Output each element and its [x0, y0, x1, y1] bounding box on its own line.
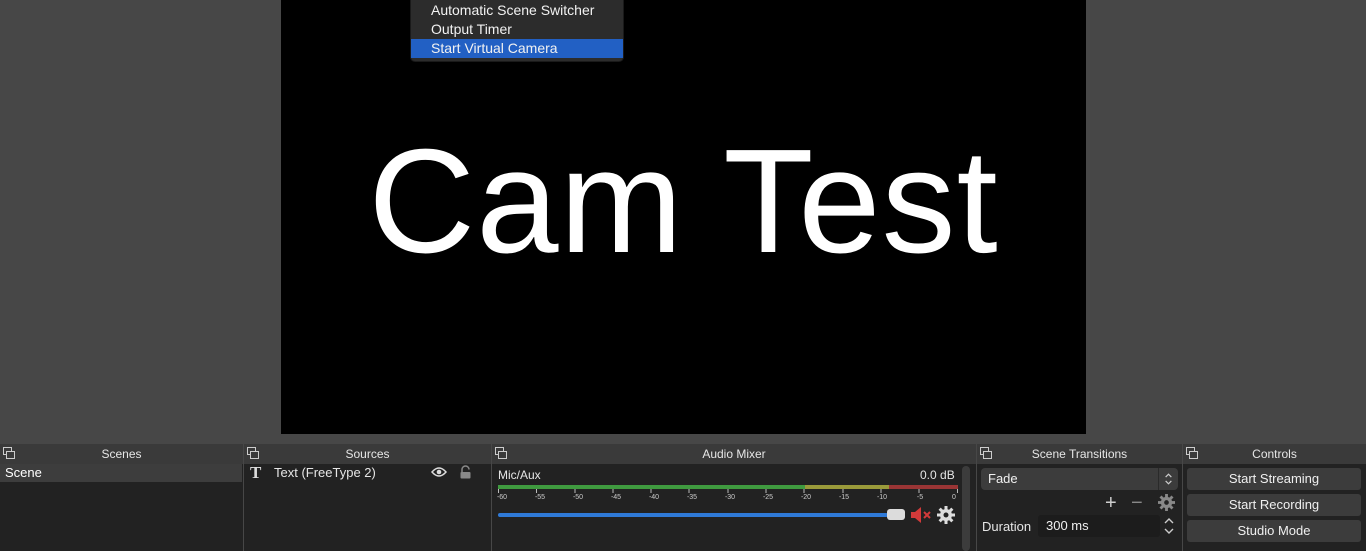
sources-dock-title: Sources	[244, 444, 491, 464]
text-source-icon: T	[250, 463, 262, 482]
controls-title-label: Controls	[1252, 447, 1297, 461]
mixer-channel-db: 0.0 dB	[920, 468, 955, 482]
muted-speaker-icon[interactable]	[910, 506, 934, 524]
mixer-scrollbar[interactable]	[962, 466, 970, 551]
meter-ticks	[498, 489, 958, 493]
tick-label: -55	[534, 494, 546, 501]
audio-mixer-dock-title: Audio Mixer	[492, 444, 976, 464]
gear-icon[interactable]	[1158, 494, 1175, 511]
remove-transition-button[interactable]: −	[1131, 493, 1143, 513]
preview-text-source: Cam Test	[368, 119, 999, 284]
tick-label: -5	[916, 494, 924, 501]
scenes-dock-title: Scenes	[0, 444, 243, 464]
tick-label: 0	[952, 494, 956, 501]
source-label: Text (FreeType 2)	[274, 465, 376, 480]
gear-icon[interactable]	[937, 506, 955, 524]
sources-title-label: Sources	[345, 447, 390, 461]
transition-select-value: Fade	[988, 471, 1018, 486]
add-transition-button[interactable]: +	[1105, 493, 1117, 513]
audio-mixer-title-label: Audio Mixer	[702, 447, 766, 461]
undock-icon[interactable]	[3, 447, 15, 459]
meter-tick-labels: -60 -55 -50 -45 -40 -35 -30 -25 -20 -15 …	[496, 494, 958, 504]
dock-separator[interactable]	[243, 444, 244, 551]
controls-panel: Start Streaming Start Recording Studio M…	[1183, 464, 1366, 551]
start-streaming-button[interactable]: Start Streaming	[1187, 468, 1361, 490]
scene-list-item[interactable]: Scene	[0, 464, 242, 482]
preview-canvas[interactable]: Cam Test	[281, 0, 1086, 434]
undock-icon[interactable]	[1186, 447, 1198, 459]
undock-icon[interactable]	[495, 447, 507, 459]
source-list-item[interactable]: T Text (FreeType 2)	[244, 464, 491, 484]
tick-label: -10	[876, 494, 888, 501]
volume-slider-track[interactable]	[498, 513, 888, 517]
dock-separator[interactable]	[976, 444, 977, 551]
tick-label: -35	[686, 494, 698, 501]
eye-icon[interactable]	[431, 466, 447, 478]
tick-label: -30	[724, 494, 736, 501]
duration-field[interactable]: 300 ms	[1038, 515, 1160, 537]
tools-dropdown-menu: Automatic Scene Switcher Output Timer St…	[410, 0, 624, 62]
undock-icon[interactable]	[247, 447, 259, 459]
tick-label: -60	[496, 494, 508, 501]
dock-separator[interactable]	[491, 444, 492, 551]
undock-icon[interactable]	[980, 447, 992, 459]
tick-label: -25	[762, 494, 774, 501]
audio-mixer-panel: Mic/Aux 0.0 dB -60 -55 -50 -45 -40 -35 -…	[492, 464, 976, 551]
sources-list[interactable]: T Text (FreeType 2)	[244, 464, 491, 551]
scenes-list[interactable]: Scene	[0, 464, 243, 551]
scene-transitions-panel: Fade + − Duration 300 ms	[977, 464, 1182, 551]
scene-transitions-title-label: Scene Transitions	[1031, 447, 1128, 461]
menu-item-automatic-scene-switcher[interactable]: Automatic Scene Switcher	[411, 1, 623, 20]
start-recording-button[interactable]: Start Recording	[1187, 494, 1361, 516]
transition-select[interactable]: Fade	[981, 468, 1178, 490]
menu-item-output-timer[interactable]: Output Timer	[411, 20, 623, 39]
unlocked-lock-icon[interactable]	[459, 465, 472, 479]
duration-label: Duration	[982, 519, 1032, 534]
duration-stepper[interactable]	[1162, 515, 1176, 537]
dock-separator[interactable]	[1182, 444, 1183, 551]
mixer-channel-name: Mic/Aux	[498, 468, 541, 482]
dock-area: Scenes Sources Audio Mixer Scene Transit…	[0, 444, 1366, 551]
tick-label: -15	[838, 494, 850, 501]
controls-dock-title: Controls	[1183, 444, 1366, 464]
scenes-title-label: Scenes	[101, 447, 142, 461]
tick-label: -50	[572, 494, 584, 501]
volume-slider-handle[interactable]	[887, 509, 905, 520]
tick-label: -20	[800, 494, 812, 501]
obs-window: Cam Test Automatic Scene Switcher Output…	[0, 0, 1366, 551]
menu-item-start-virtual-camera[interactable]: Start Virtual Camera	[411, 39, 623, 58]
up-down-chevron-icon	[1158, 468, 1172, 490]
studio-mode-button[interactable]: Studio Mode	[1187, 520, 1361, 542]
tick-label: -45	[610, 494, 622, 501]
scene-transitions-dock-title: Scene Transitions	[977, 444, 1182, 464]
tick-label: -40	[648, 494, 660, 501]
